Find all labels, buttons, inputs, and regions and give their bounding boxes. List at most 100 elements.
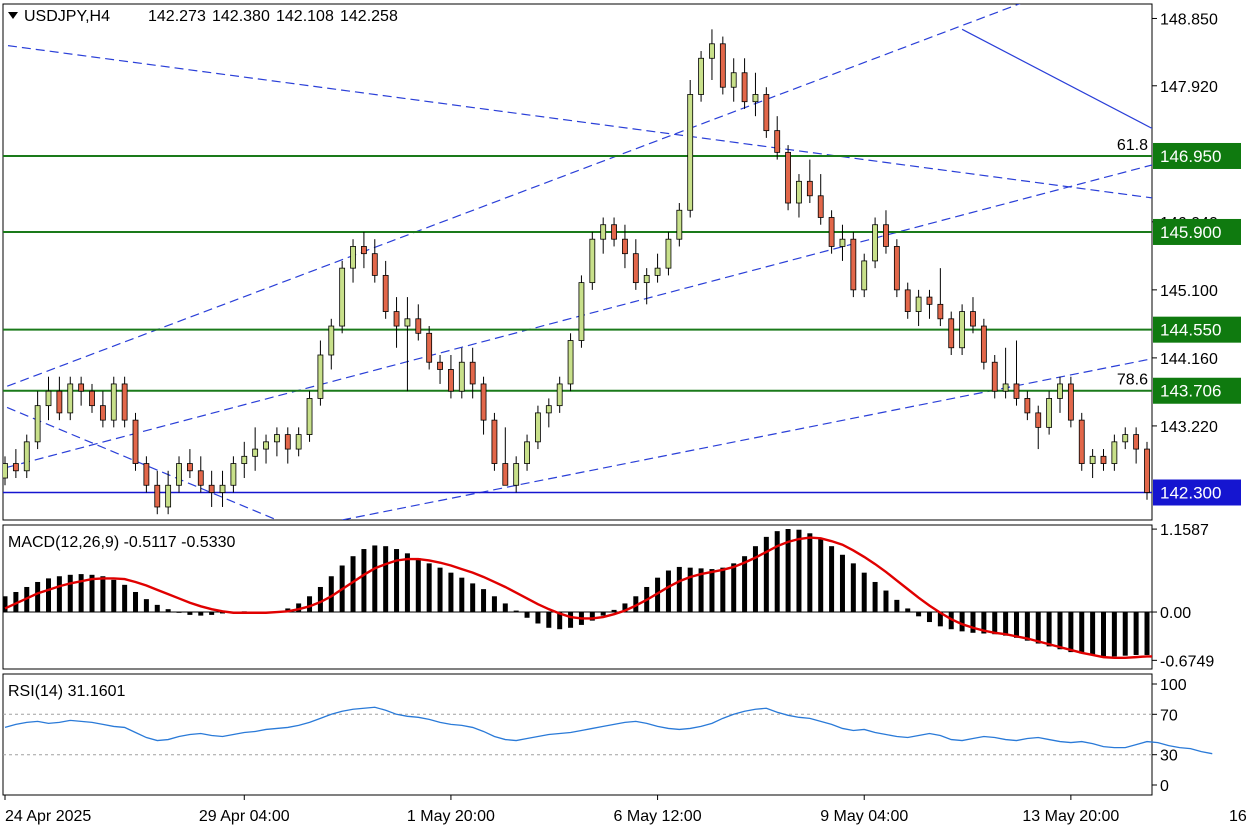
macd-histogram-bar <box>1144 612 1150 655</box>
bear-candle <box>622 238 628 255</box>
price-tick-label: 147.920 <box>1160 79 1218 96</box>
bear-candle <box>763 94 770 132</box>
macd-histogram-bar <box>383 546 389 613</box>
macd-histogram-bar <box>361 549 367 613</box>
bull-candle <box>730 72 737 88</box>
bear-candle <box>719 43 726 88</box>
bull-candle <box>1002 383 1009 392</box>
macd-histogram-bar <box>100 576 106 613</box>
macd-tick-label: 0.00 <box>1160 605 1191 622</box>
bear-candle <box>893 246 900 291</box>
bull-candle <box>306 398 313 436</box>
bull-candle <box>165 484 172 508</box>
macd-histogram-bar <box>56 576 62 613</box>
macd-histogram-bar <box>611 609 617 613</box>
level-badge-2: 144.550 <box>1160 321 1221 340</box>
bear-candle <box>632 253 639 284</box>
bull-candle <box>556 383 563 407</box>
macd-histogram-bar <box>154 604 160 613</box>
bear-candle <box>132 419 139 464</box>
price-tick-label: 143.220 <box>1160 419 1218 436</box>
rsi-tick-label: 0 <box>1160 778 1169 795</box>
rsi-panel-frame <box>2 673 1153 796</box>
chart-canvas: USDJPY,H4 142.273 142.380 142.108 142.258 61.… <box>2 3 1248 825</box>
bear-candle <box>1013 383 1020 399</box>
rsi-tick-label: 70 <box>1160 707 1178 724</box>
macd-histogram-bar <box>850 563 856 613</box>
bull-candle <box>263 441 269 450</box>
bear-candle <box>611 224 617 240</box>
bear-candle <box>78 383 85 392</box>
bull-candle <box>915 296 922 312</box>
macd-histogram-bar <box>796 529 802 613</box>
level-badge-3: 143.706 <box>1160 382 1221 401</box>
bull-candle <box>1122 434 1129 443</box>
macd-histogram-bar <box>122 584 128 613</box>
bear-candle <box>741 72 748 103</box>
macd-tick-label: -0.6749 <box>1160 653 1214 670</box>
bull-candle <box>578 282 585 341</box>
time-tick-label: 13 May 20:00 <box>1022 808 1119 825</box>
macd-histogram-bar <box>470 583 476 613</box>
bull-candle <box>513 463 520 486</box>
macd-histogram-bar <box>502 603 508 613</box>
bear-candle <box>785 151 791 204</box>
bear-candle <box>1133 434 1140 450</box>
bear-candle <box>143 463 150 486</box>
macd-histogram-bar <box>415 558 421 613</box>
bear-candle <box>121 383 128 421</box>
bull-candle <box>339 267 346 327</box>
macd-histogram-bar <box>394 549 400 613</box>
bull-candle <box>23 441 30 472</box>
bull-candle <box>404 318 411 327</box>
macd-histogram-bar <box>491 596 497 613</box>
time-tick-label: 9 May 04:00 <box>820 808 908 825</box>
macd-histogram-bar <box>709 569 715 613</box>
bear-candle <box>1078 419 1085 464</box>
bull-candle <box>219 484 226 493</box>
macd-label: MACD(12,26,9) -0.5117 -0.5330 <box>8 534 235 551</box>
macd-histogram-bar <box>1068 612 1074 653</box>
bear-candle <box>426 332 433 363</box>
level-badge-0: 146.950 <box>1160 147 1221 166</box>
bear-candle <box>186 463 193 472</box>
bull-candle <box>687 94 694 211</box>
price-tick-label: 144.160 <box>1160 351 1218 368</box>
bear-candle <box>980 325 987 363</box>
bear-candle <box>491 419 498 464</box>
bull-candle <box>861 260 868 291</box>
bear-candle <box>1024 398 1031 414</box>
bull-candle <box>295 434 302 450</box>
bull-candle <box>67 383 74 414</box>
macd-histogram-bar <box>459 577 465 613</box>
macd-histogram-bar <box>839 554 845 613</box>
macd-histogram-bar <box>1122 612 1128 656</box>
macd-histogram-bar <box>600 612 606 616</box>
bear-candle <box>774 130 781 153</box>
bear-candle <box>361 246 367 255</box>
macd-histogram-bar <box>1100 612 1106 657</box>
macd-histogram-bar <box>198 612 204 616</box>
bear-candle <box>970 311 976 327</box>
bear-candle <box>154 484 161 508</box>
bull-candle <box>1057 383 1063 399</box>
bull-candle <box>796 180 802 204</box>
price-tick-label: 145.100 <box>1160 283 1218 300</box>
bear-candle <box>89 390 95 407</box>
macd-histogram-bar <box>1199 612 1204 651</box>
bear-candle <box>208 484 215 493</box>
bull-candle <box>45 390 52 407</box>
macd-histogram-bar <box>111 579 117 613</box>
macd-histogram-bar <box>535 612 541 624</box>
macd-histogram-bar <box>404 553 410 613</box>
ohlc-low: 142.108 <box>276 8 334 25</box>
price-panel-frame <box>2 3 1153 521</box>
macd-histogram-bar <box>1046 612 1052 647</box>
bull-candle <box>458 361 465 392</box>
bear-candle <box>850 238 857 291</box>
bear-candle <box>1144 448 1150 493</box>
bear-candle <box>904 289 911 312</box>
symbol-label: USDJPY,H4 <box>24 8 110 25</box>
macd-histogram-bar <box>1079 612 1085 654</box>
rsi-label: RSI(14) 31.1601 <box>8 683 126 700</box>
